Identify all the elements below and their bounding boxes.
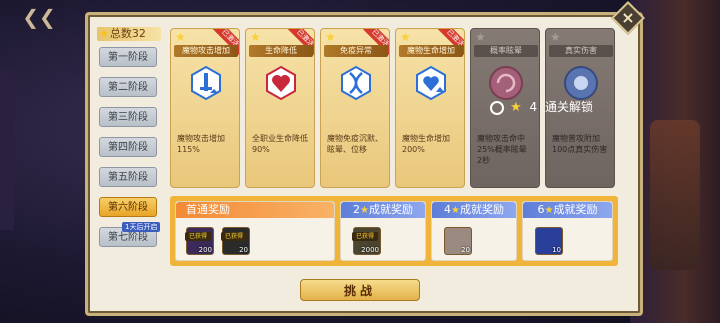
stage-button-1[interactable]: 第一阶段: [99, 47, 157, 67]
achievement-title: 4★成就奖励: [432, 202, 516, 218]
item-count: 20: [461, 246, 470, 254]
reward-item[interactable]: 已获得 20: [221, 227, 250, 255]
obtained-badge: 已获得: [221, 232, 247, 241]
item-count: 20: [239, 246, 248, 254]
card-title: 魔物生命增加: [399, 45, 463, 57]
star-icon: ★: [99, 27, 109, 40]
unlock-requirement: ★ 4 通关解锁: [490, 97, 610, 117]
modifier-card-immune[interactable]: ★ 已激活 免疫异常 魔物免疫沉默、眩晕、位移: [320, 28, 390, 188]
achievement-reward-4: 4★成就奖励 20: [431, 201, 517, 261]
right-background-scenery: [630, 0, 720, 323]
achievement-title: 2★成就奖励: [341, 202, 425, 218]
card-description: 魔物攻击命中 25%概率眩晕 2秒: [477, 134, 527, 165]
star-icon: ★: [250, 30, 261, 44]
stage-list: 第一阶段 第二阶段 第三阶段 第四阶段 第五阶段 第六阶段 1天后开启 第七阶段: [99, 47, 161, 257]
modifier-card-attack[interactable]: ★ 已激活 魔物攻击增加 魔物攻击增加 115%: [170, 28, 240, 188]
card-title: 生命降低: [249, 45, 313, 57]
sword-up-icon: [188, 65, 224, 101]
unlock-text: 通关解锁: [544, 100, 593, 114]
card-description: 魔物普攻附加 100点真实伤害: [552, 134, 608, 154]
lock-icon: [490, 100, 504, 115]
shield-heart-up-icon: [413, 65, 449, 101]
item-count: 200: [198, 246, 212, 254]
reward-item[interactable]: 已获得 200: [185, 227, 214, 255]
card-description: 魔物生命增加 200%: [402, 134, 450, 154]
stage-label: 第六阶段: [108, 202, 148, 213]
achievement-reward-6: 6★成就奖励 10: [522, 201, 613, 261]
total-label: 总数32: [109, 27, 146, 40]
back-arrow-icon[interactable]: ❮❮: [22, 6, 56, 28]
achievement-reward-2: 2★成就奖励 已获得 2000: [340, 201, 426, 261]
stage-label: 第一阶段: [108, 52, 148, 63]
card-description: 全职业生命降低 90%: [252, 134, 308, 154]
star-icon: ★: [510, 100, 522, 115]
challenge-button[interactable]: 挑战: [300, 279, 420, 301]
modifier-card-hp-down[interactable]: ★ 已激活 生命降低 全职业生命降低 90%: [245, 28, 315, 188]
stage-label: 第五阶段: [108, 172, 148, 183]
stage-button-6[interactable]: 第六阶段: [99, 197, 157, 217]
star-icon: ★: [400, 30, 411, 44]
stage-button-7[interactable]: 1天后开启 第七阶段: [99, 222, 161, 247]
stage-label: 第四阶段: [108, 142, 148, 153]
rewards-bar: 首通奖励 已获得 200 已获得 20 2★成就奖励 已获得 2000 4★成就…: [170, 196, 618, 266]
total-stars-badge: ★总数32: [97, 27, 161, 41]
obtained-badge: 已获得: [352, 232, 378, 241]
achievement-title: 6★成就奖励: [523, 202, 612, 218]
dna-icon: [338, 65, 374, 101]
reward-item[interactable]: 已获得 2000: [352, 227, 381, 255]
stage-button-5[interactable]: 第五阶段: [99, 167, 157, 187]
left-edge-decor: [0, 70, 14, 230]
star-icon: ★: [550, 30, 561, 44]
stage-button-3[interactable]: 第三阶段: [99, 107, 157, 127]
star-icon: ★: [325, 30, 336, 44]
stage-button-4[interactable]: 第四阶段: [99, 137, 157, 157]
star-icon: ★: [175, 30, 186, 44]
card-title: 概率眩晕: [474, 45, 538, 57]
unlock-count: 4: [529, 100, 538, 114]
first-clear-reward: 首通奖励 已获得 200 已获得 20: [175, 201, 335, 261]
card-title: 魔物攻击增加: [174, 45, 238, 57]
close-icon: ×: [621, 8, 635, 27]
stage-label: 第二阶段: [108, 82, 148, 93]
obtained-badge: 已获得: [185, 232, 211, 241]
open-countdown-tag: 1天后开启: [122, 222, 161, 232]
reward-item[interactable]: 20: [444, 227, 472, 255]
card-description: 魔物攻击增加 115%: [177, 134, 225, 154]
modifier-card-hp-up[interactable]: ★ 已激活 魔物生命增加 魔物生命增加 200%: [395, 28, 465, 188]
stage-button-2[interactable]: 第二阶段: [99, 77, 157, 97]
item-count: 2000: [361, 246, 379, 254]
burst-icon: [563, 65, 599, 101]
star-icon: ★: [475, 30, 486, 44]
stun-swirl-icon: [488, 65, 524, 101]
item-count: 10: [552, 246, 561, 254]
stage-label: 第七阶段: [108, 232, 148, 243]
card-description: 魔物免疫沉默、眩晕、位移: [327, 134, 383, 154]
first-clear-title: 首通奖励: [176, 202, 334, 218]
heart-shield-icon: [263, 65, 299, 101]
card-title: 真实伤害: [549, 45, 613, 57]
reward-item[interactable]: 10: [535, 227, 563, 255]
stage-label: 第三阶段: [108, 112, 148, 123]
card-title: 免疫异常: [324, 45, 388, 57]
